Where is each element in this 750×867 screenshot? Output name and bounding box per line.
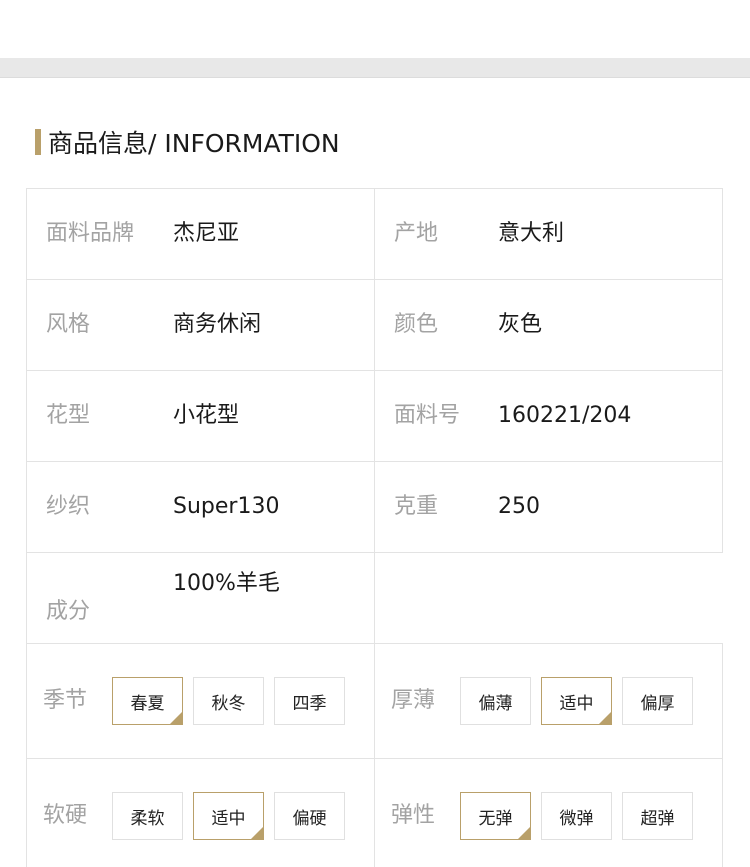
option-cell-thickness: 厚薄 偏薄 适中 偏厚 (374, 644, 723, 758)
thickness-option-thick[interactable]: 偏厚 (622, 677, 693, 725)
hardness-option-medium[interactable]: 适中 (193, 792, 264, 840)
spec-cell-fabric-number: 面料号 160221/204 (374, 371, 723, 461)
spec-cell-composition: 成分 100%羊毛 (26, 553, 374, 643)
option-label: 厚薄 (391, 688, 436, 713)
spec-row: 面料品牌 杰尼亚 产地 意大利 (26, 188, 723, 279)
spec-cell-style: 风格 商务休闲 (26, 280, 374, 370)
season-option-all-seasons[interactable]: 四季 (274, 677, 345, 725)
elasticity-option-high[interactable]: 超弹 (622, 792, 693, 840)
option-cell-season: 季节 春夏 秋冬 四季 (26, 644, 374, 758)
spec-row: 风格 商务休闲 颜色 灰色 (26, 279, 723, 370)
spec-label: 面料号 (394, 403, 461, 428)
spec-label: 纱织 (46, 494, 91, 519)
spec-label: 花型 (46, 403, 91, 428)
thickness-options: 偏薄 适中 偏厚 (460, 677, 703, 725)
thickness-option-medium[interactable]: 适中 (541, 677, 612, 725)
option-label: 弹性 (391, 803, 436, 828)
section-divider-band (0, 58, 750, 78)
spec-row: 成分 100%羊毛 (26, 552, 723, 643)
option-label: 季节 (43, 688, 88, 713)
elasticity-options: 无弹 微弹 超弹 (460, 792, 703, 840)
spec-value: 100%羊毛 (173, 571, 280, 596)
spec-value: 杰尼亚 (173, 221, 240, 246)
hardness-options: 柔软 适中 偏硬 (112, 792, 355, 840)
elasticity-option-none[interactable]: 无弹 (460, 792, 531, 840)
spec-value: 意大利 (498, 221, 565, 246)
hardness-option-firm[interactable]: 偏硬 (274, 792, 345, 840)
season-options: 春夏 秋冬 四季 (112, 677, 355, 725)
spec-label: 颜色 (394, 312, 439, 337)
spec-value: 250 (498, 494, 540, 519)
spec-cell-color: 颜色 灰色 (374, 280, 723, 370)
hardness-option-soft[interactable]: 柔软 (112, 792, 183, 840)
title-accent-bar (35, 129, 41, 155)
spec-row: 纱织 Super130 克重 250 (26, 461, 723, 552)
option-row: 季节 春夏 秋冬 四季 厚薄 偏薄 适中 偏厚 (26, 643, 723, 758)
section-title: 商品信息/ INFORMATION (48, 129, 340, 158)
section-header: 商品信息/ INFORMATION (35, 126, 340, 158)
thickness-option-thin[interactable]: 偏薄 (460, 677, 531, 725)
spec-cell-pattern: 花型 小花型 (26, 371, 374, 461)
spec-value: 小花型 (173, 403, 240, 428)
spec-label: 面料品牌 (46, 221, 135, 246)
spec-cell-origin: 产地 意大利 (374, 189, 723, 279)
season-option-spring-summer[interactable]: 春夏 (112, 677, 183, 725)
option-cell-elasticity: 弹性 无弹 微弹 超弹 (374, 759, 723, 867)
season-option-autumn-winter[interactable]: 秋冬 (193, 677, 264, 725)
spec-label: 克重 (394, 494, 439, 519)
spec-label: 产地 (394, 221, 439, 246)
product-info-table: 面料品牌 杰尼亚 产地 意大利 风格 商务休闲 颜色 灰色 花型 小花型 面料号… (26, 188, 723, 867)
spec-value: 160221/204 (498, 403, 632, 428)
spec-label: 风格 (46, 312, 91, 337)
spec-cell-empty (374, 553, 723, 643)
spec-value: 灰色 (498, 312, 543, 337)
spec-row: 花型 小花型 面料号 160221/204 (26, 370, 723, 461)
spec-value: 商务休闲 (173, 312, 262, 337)
spec-cell-weight: 克重 250 (374, 462, 723, 552)
spec-cell-fabric-brand: 面料品牌 杰尼亚 (26, 189, 374, 279)
option-label: 软硬 (43, 803, 88, 828)
elasticity-option-slight[interactable]: 微弹 (541, 792, 612, 840)
option-cell-hardness: 软硬 柔软 适中 偏硬 (26, 759, 374, 867)
option-row: 软硬 柔软 适中 偏硬 弹性 无弹 微弹 超弹 (26, 758, 723, 867)
